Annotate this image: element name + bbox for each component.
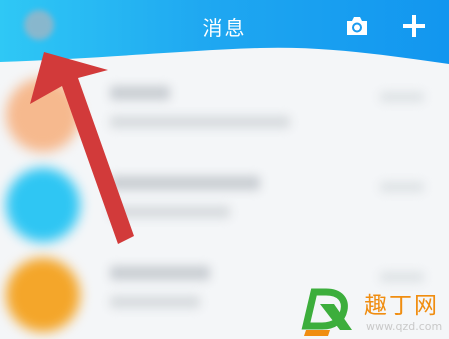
message-time xyxy=(380,272,424,282)
list-item[interactable] xyxy=(0,70,449,158)
contact-name xyxy=(110,176,260,190)
avatar xyxy=(6,168,80,242)
message-time xyxy=(380,92,424,102)
watermark-name: 趣丁网 xyxy=(364,293,439,319)
contact-name xyxy=(110,266,210,280)
list-item[interactable] xyxy=(0,160,449,248)
message-preview xyxy=(110,296,200,308)
avatar xyxy=(6,258,80,332)
watermark: 趣丁网 www.qzd.com xyxy=(300,284,449,339)
avatar xyxy=(6,78,80,152)
message-time xyxy=(380,182,424,192)
watermark-url: www.qzd.com xyxy=(366,320,443,333)
contact-name xyxy=(110,86,170,100)
watermark-logo xyxy=(301,288,352,336)
message-preview xyxy=(110,206,230,218)
message-preview xyxy=(110,116,290,128)
